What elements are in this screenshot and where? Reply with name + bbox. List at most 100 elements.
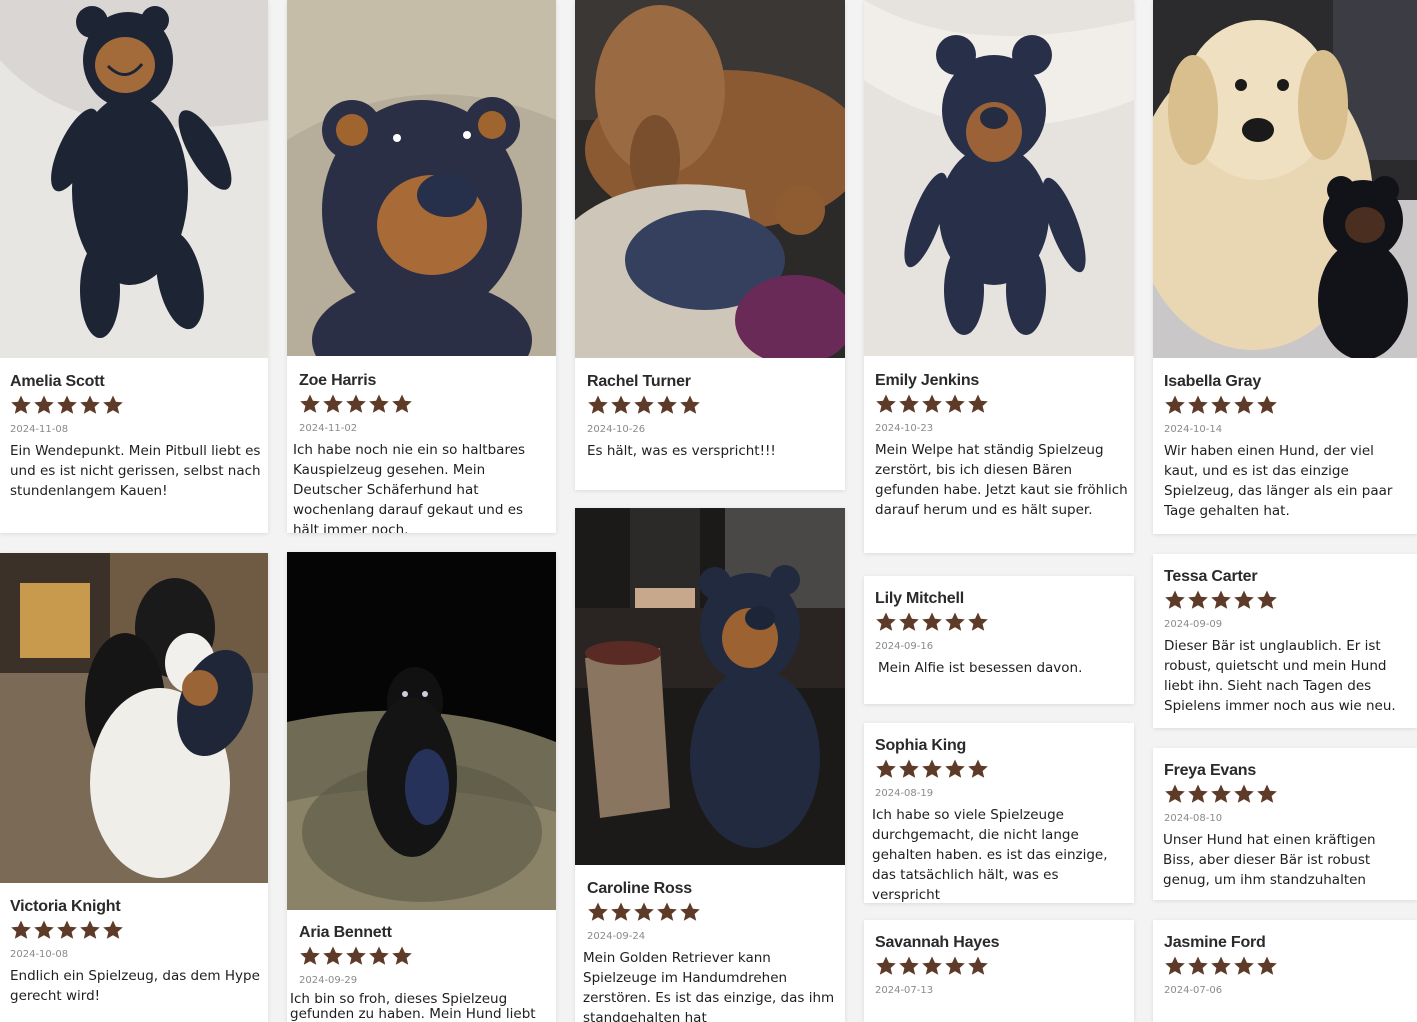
review-photo[interactable]: [1153, 0, 1417, 358]
star-icon: [945, 612, 965, 631]
review-card-zoe-harris[interactable]: Zoe Harris 2024-11-02 Ich habe noch nie …: [287, 0, 556, 533]
review-date: 2024-10-26: [587, 424, 646, 435]
star-icon: [1234, 590, 1254, 609]
review-photo[interactable]: [287, 0, 556, 356]
star-icon: [323, 946, 343, 965]
review-card-jasmine-ford[interactable]: Jasmine Ford 2024-07-06: [1153, 920, 1417, 1022]
review-card-aria-bennett[interactable]: Aria Bennett 2024-09-29 Ich bin so froh,…: [287, 552, 556, 1022]
review-text: Endlich ein Spielzeug, das dem Hype gere…: [10, 968, 260, 1004]
star-icon: [1257, 956, 1277, 975]
review-text: Mein Welpe hat ständig Spielzeug zerstör…: [875, 442, 1128, 518]
star-icon: [876, 956, 896, 975]
star-rating: [1164, 394, 1411, 418]
review-photo[interactable]: [0, 0, 268, 358]
reviewer-name: Tessa Carter: [1164, 568, 1258, 585]
review-card-sophia-king[interactable]: Sophia King 2024-08-19 Ich habe so viele…: [864, 723, 1134, 903]
review-date: 2024-08-10: [1164, 813, 1223, 824]
star-icon: [11, 920, 31, 939]
review-card-caroline-ross[interactable]: Caroline Ross 2024-09-24 Mein Golden Ret…: [575, 508, 845, 1022]
star-rating: [1164, 783, 1411, 807]
review-card-lily-mitchell[interactable]: Lily Mitchell 2024-09-16 Mein Alfie ist …: [864, 576, 1134, 704]
review-text: Mein Golden Retriever kann Spielzeuge im…: [583, 950, 835, 1022]
star-icon: [392, 394, 412, 413]
star-icon: [680, 902, 700, 921]
star-icon: [1257, 784, 1277, 803]
star-icon: [1234, 784, 1254, 803]
review-date: 2024-08-19: [875, 788, 934, 799]
reviewer-name: Amelia Scott: [10, 373, 105, 390]
review-photo[interactable]: [287, 552, 556, 910]
star-icon: [1165, 784, 1185, 803]
review-text: Ich habe noch nie ein so haltbares Kausp…: [293, 442, 526, 533]
star-icon: [34, 395, 54, 414]
star-icon: [922, 759, 942, 778]
star-icon: [657, 395, 677, 414]
review-text: Mein Alfie ist besessen davon.: [878, 660, 1083, 676]
star-icon: [392, 946, 412, 965]
star-icon: [945, 394, 965, 413]
review-card-tessa-carter[interactable]: Tessa Carter 2024-09-09 Dieser Bär ist u…: [1153, 554, 1417, 728]
star-icon: [323, 394, 343, 413]
star-icon: [876, 759, 896, 778]
review-card-savannah-hayes[interactable]: Savannah Hayes 2024-07-13: [864, 920, 1134, 1022]
star-icon: [80, 395, 100, 414]
star-icon: [1165, 956, 1185, 975]
review-card-emily-jenkins[interactable]: Emily Jenkins 2024-10-23 Mein Welpe hat …: [864, 0, 1134, 553]
reviewer-name: Aria Bennett: [299, 924, 392, 941]
reviewer-name: Rachel Turner: [587, 373, 691, 390]
star-icon: [1188, 395, 1208, 414]
reviewer-name: Victoria Knight: [10, 898, 121, 915]
star-icon: [103, 395, 123, 414]
reviewer-name: Sophia King: [875, 737, 967, 754]
star-icon: [1211, 395, 1231, 414]
star-icon: [899, 759, 919, 778]
review-text: Ich bin so froh, dieses Spielzeug gefund…: [290, 991, 536, 1022]
star-rating: [875, 393, 1128, 417]
reviewer-name: Lily Mitchell: [875, 590, 964, 607]
star-rating: [293, 393, 550, 417]
review-photo[interactable]: [575, 508, 845, 865]
star-rating: [587, 394, 839, 418]
star-rating: [10, 394, 262, 418]
star-rating: [875, 611, 1128, 635]
star-rating: [875, 758, 1128, 782]
star-icon: [968, 956, 988, 975]
review-text: Dieser Bär ist unglaublich. Er ist robus…: [1164, 638, 1396, 714]
reviewer-name: Emily Jenkins: [875, 372, 980, 389]
star-rating: [10, 919, 262, 943]
review-date: 2024-09-29: [299, 975, 358, 986]
star-icon: [634, 395, 654, 414]
reviewer-name: Freya Evans: [1164, 762, 1257, 779]
star-icon: [1165, 590, 1185, 609]
review-photo[interactable]: [575, 0, 845, 358]
review-photo[interactable]: [864, 0, 1134, 356]
star-icon: [1234, 956, 1254, 975]
star-icon: [1188, 956, 1208, 975]
reviewer-name: Jasmine Ford: [1164, 934, 1266, 951]
star-icon: [945, 956, 965, 975]
star-rating: [875, 955, 1128, 979]
review-date: 2024-09-16: [875, 641, 934, 652]
reviewer-name: Isabella Gray: [1164, 373, 1262, 390]
review-date: 2024-09-09: [1164, 619, 1223, 630]
review-card-freya-evans[interactable]: Freya Evans 2024-08-10 Unser Hund hat ei…: [1153, 748, 1417, 900]
star-icon: [34, 920, 54, 939]
star-icon: [11, 395, 31, 414]
reviewer-name: Zoe Harris: [299, 372, 377, 389]
review-card-amelia-scott[interactable]: Amelia Scott 2024-11-08 Ein Wendepunkt. …: [0, 0, 268, 533]
star-icon: [1211, 956, 1231, 975]
review-photo[interactable]: [0, 553, 268, 883]
star-icon: [968, 612, 988, 631]
review-date: 2024-11-08: [10, 424, 69, 435]
review-date: 2024-11-02: [299, 423, 358, 434]
review-card-rachel-turner[interactable]: Rachel Turner 2024-10-26 Es hält, was es…: [575, 0, 845, 490]
reviewer-name: Caroline Ross: [587, 880, 692, 897]
star-icon: [1165, 395, 1185, 414]
star-icon: [103, 920, 123, 939]
star-icon: [1188, 784, 1208, 803]
star-rating: [290, 945, 550, 969]
review-date: 2024-09-24: [587, 931, 646, 942]
review-card-victoria-knight[interactable]: Victoria Knight 2024-10-08 Endlich ein S…: [0, 553, 268, 1022]
star-icon: [300, 946, 320, 965]
review-card-isabella-gray[interactable]: Isabella Gray 2024-10-14 Wir haben einen…: [1153, 0, 1417, 534]
